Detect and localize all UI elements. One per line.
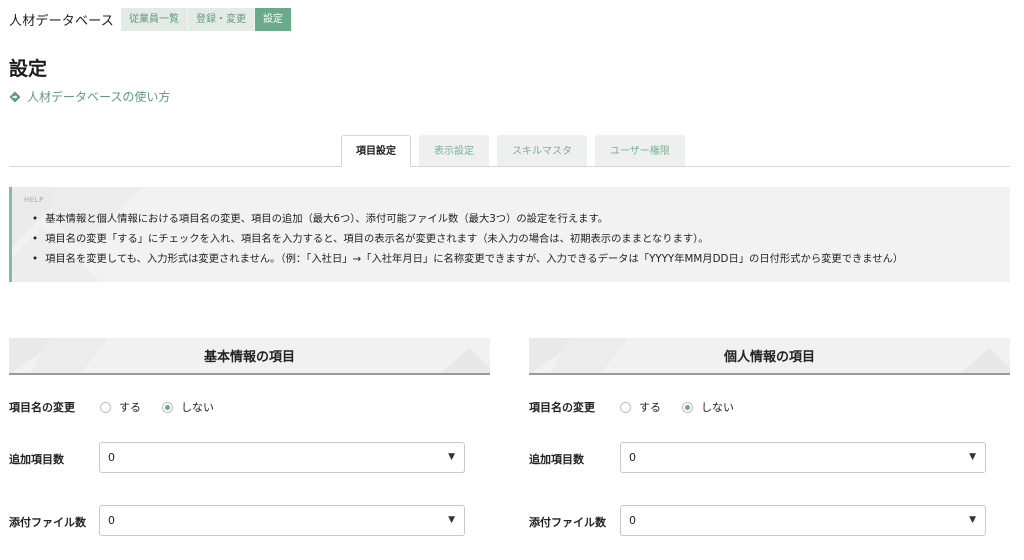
help-item: 項目名の変更「する」にチェックを入れ、項目名を入力すると、項目の表示名が変更され… bbox=[24, 229, 1010, 249]
select-value: 0 bbox=[629, 451, 636, 464]
personal-add-items-label: 追加項目数 bbox=[529, 453, 584, 466]
usage-guide-link[interactable]: 人材データベースの使い方 bbox=[9, 88, 170, 105]
help-item: 項目名を変更しても、入力形式は変更されません。（例：「入社日」→「入社年月日」に… bbox=[24, 249, 1010, 269]
personal-rename-no[interactable]: しない bbox=[682, 399, 734, 415]
select-value: 0 bbox=[108, 514, 115, 527]
radio-button[interactable] bbox=[682, 401, 693, 413]
tab-user-permissions[interactable]: ユーザー権限 bbox=[595, 135, 685, 166]
help-label: HELP bbox=[24, 196, 44, 204]
basic-section-header: 基本情報の項目 bbox=[9, 338, 490, 375]
tab-display-settings[interactable]: 表示設定 bbox=[419, 135, 489, 166]
tab-divider bbox=[9, 166, 1010, 167]
basic-rename-yes[interactable]: する bbox=[100, 399, 141, 415]
personal-section-title: 個人情報の項目 bbox=[723, 350, 815, 365]
tab-item-settings[interactable]: 項目設定 bbox=[341, 135, 411, 167]
personal-add-items-select[interactable]: 0 ▼ bbox=[620, 442, 986, 473]
help-item: 基本情報と個人情報における項目名の変更、項目の追加（最大6つ）、添付可能ファイル… bbox=[24, 209, 1010, 229]
nav-employee-list[interactable]: 従業員一覧 bbox=[120, 8, 188, 31]
help-box: HELP 基本情報と個人情報における項目名の変更、項目の追加（最大6つ）、添付可… bbox=[9, 187, 1010, 282]
radio-button[interactable] bbox=[162, 401, 173, 413]
personal-attach-label: 添付ファイル数 bbox=[529, 516, 606, 529]
help-list: 基本情報と個人情報における項目名の変更、項目の追加（最大6つ）、添付可能ファイル… bbox=[24, 209, 1010, 269]
personal-section-header: 個人情報の項目 bbox=[529, 338, 1010, 375]
radio-label: しない bbox=[181, 401, 214, 414]
basic-rename-radio-group: する しない bbox=[100, 399, 235, 415]
basic-attach-label: 添付ファイル数 bbox=[9, 516, 86, 529]
personal-rename-yes[interactable]: する bbox=[620, 399, 661, 415]
caret-down-icon: ▼ bbox=[448, 452, 455, 462]
nav-settings[interactable]: 設定 bbox=[254, 8, 292, 31]
caret-down-icon: ▼ bbox=[969, 515, 976, 525]
basic-add-items-label: 追加項目数 bbox=[9, 453, 64, 466]
caret-down-icon: ▼ bbox=[969, 452, 976, 462]
basic-rename-no[interactable]: しない bbox=[162, 399, 214, 415]
tab-skill-master[interactable]: スキルマスタ bbox=[497, 135, 587, 166]
select-value: 0 bbox=[629, 514, 636, 527]
usage-guide-label: 人材データベースの使い方 bbox=[27, 90, 171, 104]
nav-register-edit[interactable]: 登録・変更 bbox=[187, 8, 255, 31]
page-title: 設定 bbox=[9, 58, 48, 80]
personal-attach-select[interactable]: 0 ▼ bbox=[620, 505, 986, 536]
basic-section-title: 基本情報の項目 bbox=[203, 350, 295, 365]
basic-add-items-select[interactable]: 0 ▼ bbox=[99, 442, 465, 473]
basic-attach-select[interactable]: 0 ▼ bbox=[99, 505, 465, 536]
select-value: 0 bbox=[108, 451, 115, 464]
top-nav: 人材データベース 従業員一覧 登録・変更 設定 bbox=[9, 8, 292, 31]
personal-rename-radio-group: する しない bbox=[620, 399, 755, 415]
radio-button[interactable] bbox=[100, 401, 111, 413]
radio-label: する bbox=[639, 401, 661, 414]
app-title: 人材データベース bbox=[9, 14, 114, 29]
caret-down-icon: ▼ bbox=[448, 515, 455, 525]
radio-button[interactable] bbox=[620, 401, 631, 413]
diamond-arrow-icon bbox=[9, 91, 21, 102]
radio-label: しない bbox=[701, 401, 734, 414]
personal-rename-label: 項目名の変更 bbox=[529, 401, 595, 414]
basic-rename-label: 項目名の変更 bbox=[9, 401, 75, 414]
radio-label: する bbox=[119, 401, 141, 414]
settings-tabs: 項目設定 表示設定 スキルマスタ ユーザー権限 bbox=[341, 135, 693, 167]
